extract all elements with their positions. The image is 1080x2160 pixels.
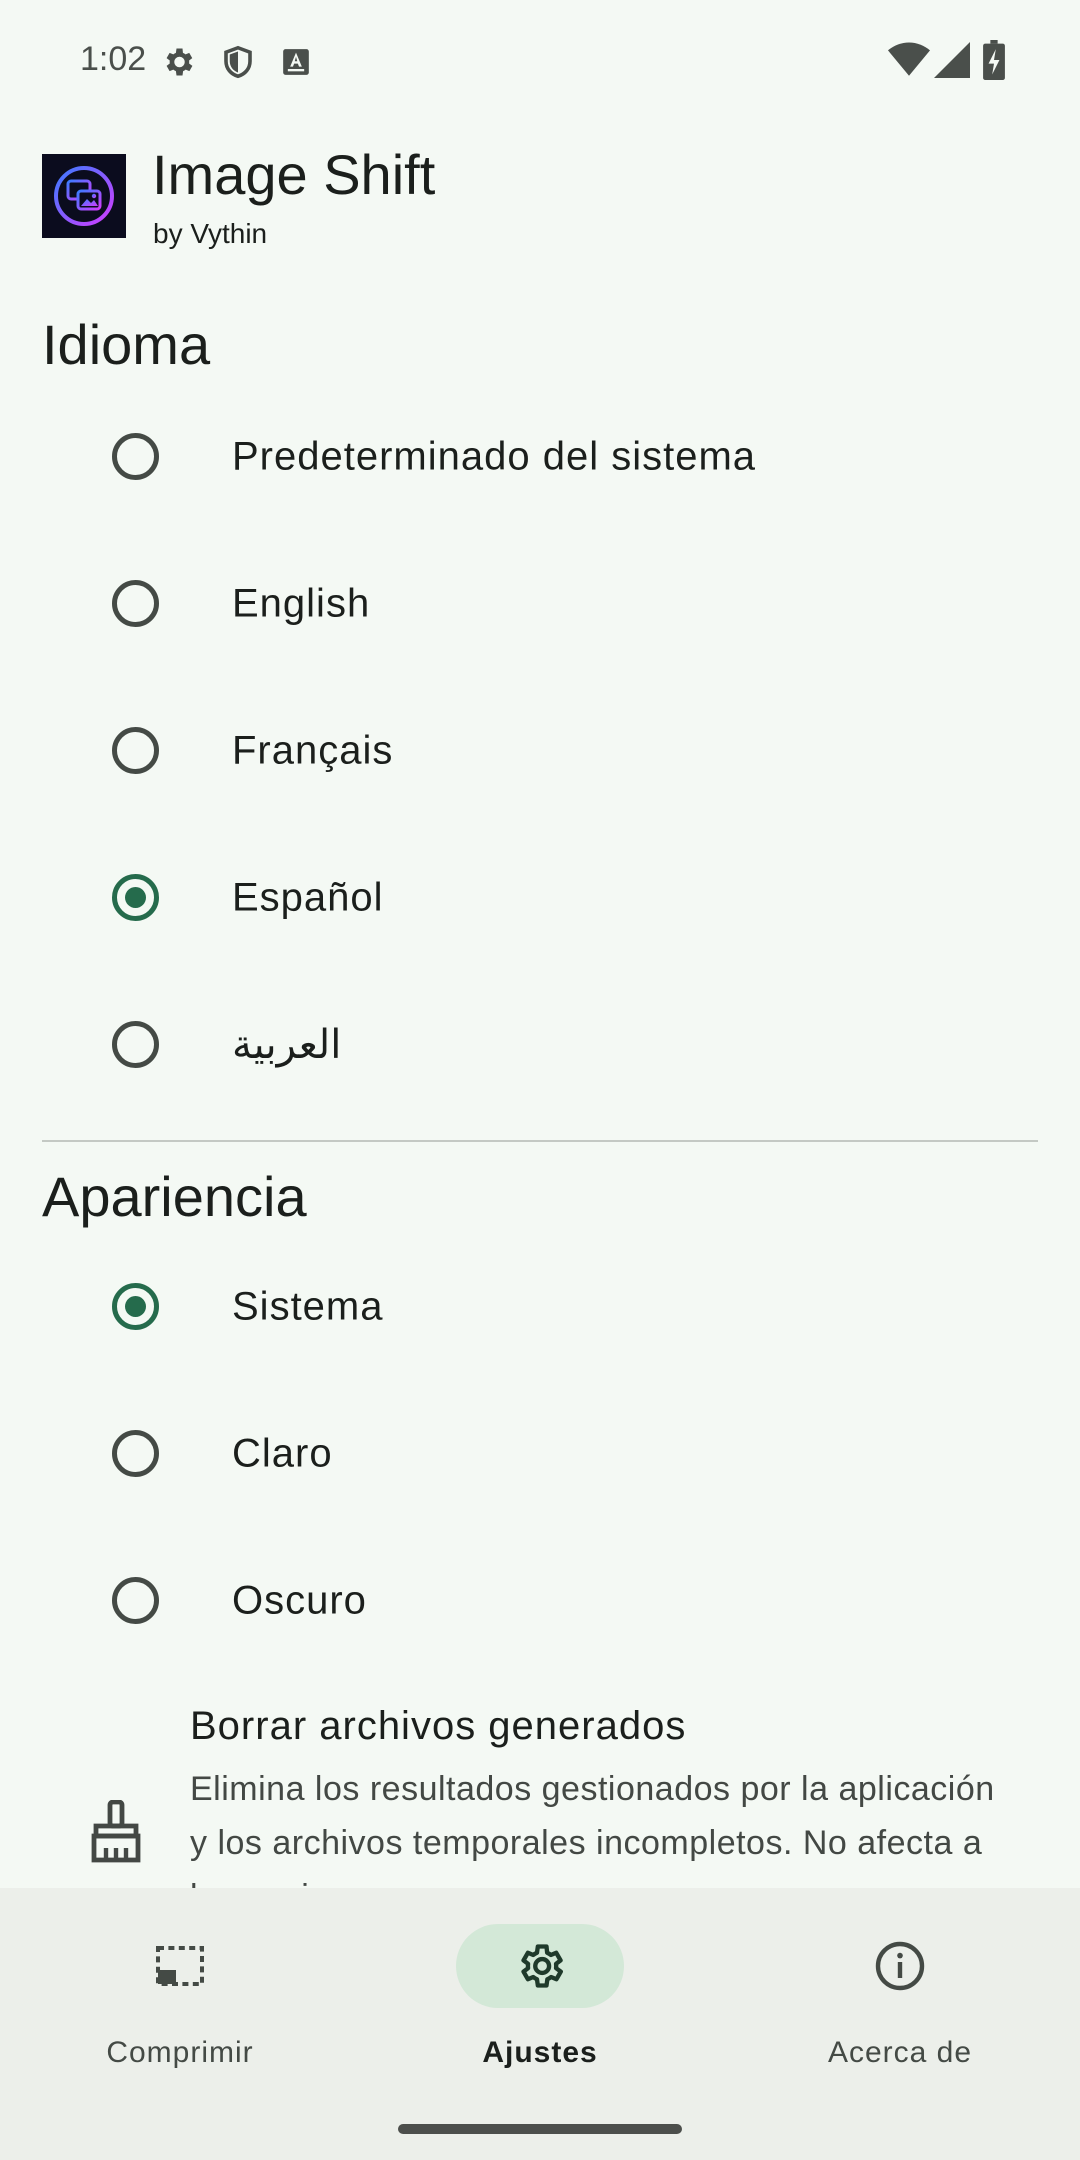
text-a-icon bbox=[282, 48, 310, 76]
appearance-option-label: Oscuro bbox=[232, 1578, 367, 1623]
wifi-icon bbox=[888, 42, 930, 78]
settings-screen: 1:02 Image Shift by Vythin Idioma Predet… bbox=[0, 0, 1080, 2160]
language-option-english[interactable]: English bbox=[0, 531, 1080, 677]
radio-button[interactable] bbox=[112, 727, 159, 774]
language-option-arabic[interactable]: العربية bbox=[0, 972, 1080, 1118]
image-shift-logo-icon bbox=[54, 166, 114, 226]
radio-button-selected[interactable] bbox=[112, 874, 159, 921]
nav-label: Comprimir bbox=[106, 2036, 254, 2069]
clear-generated-files-item[interactable]: Borrar archivos generados Elimina los re… bbox=[0, 1690, 1080, 1890]
section-divider bbox=[42, 1140, 1038, 1142]
appearance-option-light[interactable]: Claro bbox=[0, 1381, 1080, 1527]
nav-label: Acerca de bbox=[827, 2036, 973, 2069]
signal-icon bbox=[934, 42, 970, 78]
radio-button[interactable] bbox=[112, 1021, 159, 1068]
language-option-french[interactable]: Français bbox=[0, 678, 1080, 824]
settings-icon bbox=[514, 1940, 566, 1992]
clear-files-title: Borrar archivos generados bbox=[190, 1704, 687, 1748]
nav-label: Ajustes bbox=[482, 2036, 598, 2069]
radio-button[interactable] bbox=[112, 1577, 159, 1624]
language-option-label: العربية bbox=[232, 1023, 342, 1067]
nav-item-compress[interactable]: Comprimir bbox=[30, 1888, 330, 2088]
language-option-system[interactable]: Predeterminado del sistema bbox=[0, 384, 1080, 530]
language-option-label: Español bbox=[232, 875, 384, 920]
language-option-label: Français bbox=[232, 728, 394, 773]
radio-button[interactable] bbox=[112, 580, 159, 627]
broom-icon bbox=[88, 1799, 144, 1869]
clear-files-description: Elimina los resultados gestionados por l… bbox=[190, 1770, 995, 1890]
compress-icon bbox=[154, 1940, 206, 1992]
radio-button-selected[interactable] bbox=[112, 1283, 159, 1330]
nav-item-settings[interactable]: Ajustes bbox=[390, 1888, 690, 2088]
radio-button[interactable] bbox=[112, 1430, 159, 1477]
appearance-option-system[interactable]: Sistema bbox=[0, 1234, 1080, 1380]
home-indicator[interactable] bbox=[398, 2124, 682, 2134]
appearance-option-dark[interactable]: Oscuro bbox=[0, 1528, 1080, 1674]
language-option-spanish[interactable]: Español bbox=[0, 825, 1080, 971]
info-icon bbox=[874, 1940, 926, 1992]
bottom-navigation-bar: Comprimir Ajustes Acerca de bbox=[0, 1888, 1080, 2160]
language-option-label: English bbox=[232, 581, 371, 626]
status-bar: 1:02 bbox=[0, 0, 1080, 120]
battery-charging-icon bbox=[982, 40, 1006, 80]
app-author: by Vythin bbox=[153, 218, 268, 249]
shield-icon bbox=[220, 44, 256, 80]
appearance-section-title: Apariencia bbox=[42, 1165, 307, 1228]
gear-icon bbox=[160, 44, 196, 80]
appearance-option-label: Sistema bbox=[232, 1284, 384, 1329]
appearance-option-label: Claro bbox=[232, 1431, 333, 1476]
status-time: 1:02 bbox=[80, 40, 147, 78]
app-title: Image Shift bbox=[152, 143, 436, 206]
language-section-title: Idioma bbox=[42, 313, 211, 376]
language-option-label: Predeterminado del sistema bbox=[232, 434, 757, 479]
radio-button[interactable] bbox=[112, 433, 159, 480]
nav-item-about[interactable]: Acerca de bbox=[750, 1888, 1050, 2088]
app-logo bbox=[42, 154, 126, 238]
